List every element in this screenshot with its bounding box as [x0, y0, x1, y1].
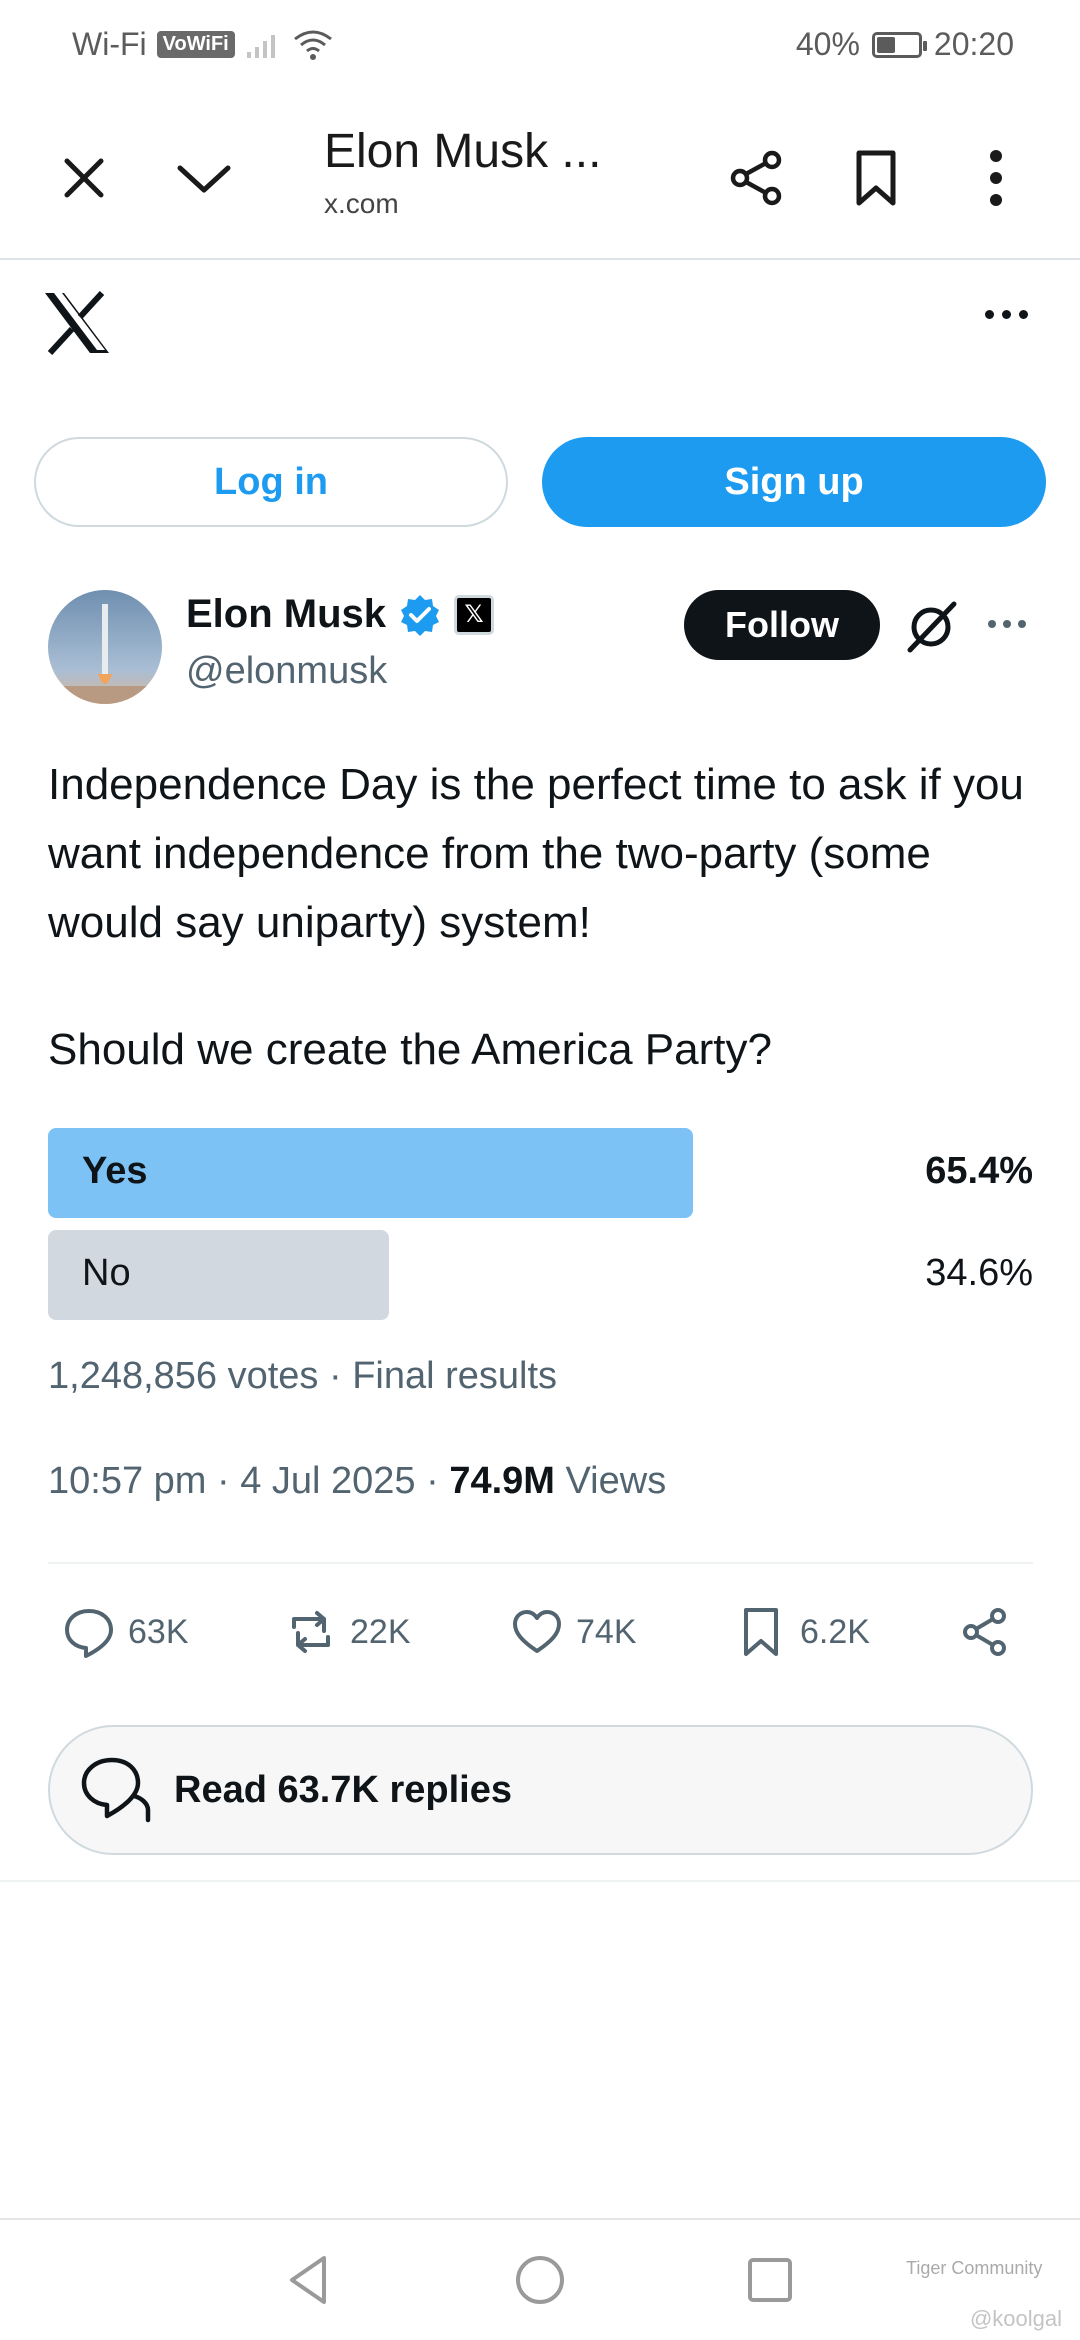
signal-icon	[246, 34, 275, 58]
watermark-user: @koolgal	[969, 2306, 1062, 2331]
status-bar: Wi-Fi VoWiFi 40% 20:20	[0, 0, 1080, 90]
poll-option-yes: Yes 65.4%	[48, 1128, 1033, 1218]
back-icon[interactable]	[280, 2250, 340, 2310]
avatar[interactable]	[48, 590, 162, 704]
timestamp-text[interactable]: 10:57 pm · 4 Jul 2025 ·	[48, 1460, 449, 1502]
repost-button[interactable]: 22K	[284, 1605, 411, 1659]
reply-count: 63K	[128, 1612, 189, 1651]
section-divider	[0, 1880, 1080, 1882]
read-replies-button[interactable]: Read 63.7K replies	[48, 1725, 1033, 1855]
reply-button[interactable]: 63K	[62, 1605, 189, 1659]
grok-icon[interactable]	[902, 598, 960, 656]
repost-count: 22K	[350, 1612, 411, 1651]
tweet-question: Should we create the America Party?	[48, 1025, 772, 1074]
poll-label-no: No	[82, 1252, 131, 1294]
clock: 20:20	[933, 26, 1014, 62]
tweet-more-icon[interactable]	[988, 620, 1026, 628]
battery-icon	[871, 31, 927, 58]
page-url[interactable]: x.com	[324, 188, 399, 220]
more-horizontal-icon[interactable]	[985, 310, 1028, 319]
views-count: 74.9M	[449, 1460, 555, 1502]
like-count: 74K	[576, 1612, 637, 1651]
divider	[48, 1562, 1033, 1564]
reply-icon	[65, 1609, 113, 1658]
tweet-text: Independence Day is the perfect time to …	[48, 760, 1024, 947]
bookmark-count: 6.2K	[800, 1612, 870, 1651]
views-label: Views	[554, 1460, 667, 1502]
author-name[interactable]: Elon Musk	[186, 592, 386, 637]
x-affiliate-badge-icon: 𝕏	[454, 594, 495, 635]
poll-percent-yes: 65.4%	[925, 1150, 1033, 1192]
watermark-brand: Tiger Community	[906, 2258, 1043, 2278]
poll-meta: 1,248,856 votes · Final results	[48, 1355, 558, 1397]
author-name-row: Elon Musk 𝕏	[186, 592, 495, 637]
browser-toolbar: Elon Musk ... x.com	[0, 90, 1080, 260]
poll-option-no: No 34.6%	[48, 1230, 1033, 1320]
more-vertical-icon[interactable]	[956, 138, 1036, 218]
login-button[interactable]: Log in	[34, 437, 508, 527]
vowifi-badge: VoWiFi	[156, 31, 235, 58]
bookmark-icon[interactable]	[836, 138, 916, 218]
wifi-icon	[293, 30, 332, 60]
heart-icon	[513, 1610, 561, 1653]
bookmark-button[interactable]: 6.2K	[734, 1605, 870, 1659]
close-icon[interactable]	[44, 138, 124, 218]
signup-button[interactable]: Sign up	[542, 437, 1046, 527]
status-left: Wi-Fi VoWiFi	[72, 26, 333, 63]
repost-icon	[292, 1611, 330, 1653]
home-icon[interactable]	[510, 2250, 570, 2310]
share-icon	[963, 1608, 1006, 1656]
chevron-down-icon[interactable]	[164, 138, 244, 218]
verified-badge-icon	[401, 594, 440, 636]
status-right: 40% 20:20	[796, 26, 1014, 63]
replies-bubble-icon	[81, 1757, 151, 1823]
system-nav-bar	[0, 2218, 1080, 2340]
author-handle[interactable]: @elonmusk	[186, 650, 387, 693]
share-icon[interactable]	[716, 138, 796, 218]
poll-percent-no: 34.6%	[925, 1252, 1033, 1294]
follow-button[interactable]: Follow	[684, 590, 880, 660]
tweet-actions: 63K 22K 74K 6.2K	[48, 1595, 1033, 1675]
like-button[interactable]: 74K	[510, 1605, 637, 1659]
x-logo-icon[interactable]	[42, 290, 122, 370]
recents-icon[interactable]	[740, 2250, 800, 2310]
tweet-timestamp: 10:57 pm · 4 Jul 2025 · 74.9M Views	[48, 1460, 666, 1503]
bookmark-outline-icon	[744, 1608, 778, 1656]
poll-label-yes: Yes	[82, 1150, 148, 1192]
battery-percent: 40%	[795, 26, 860, 62]
page-title: Elon Musk ...	[324, 125, 602, 178]
read-replies-label: Read 63.7K replies	[174, 1768, 512, 1811]
tweet-share-button[interactable]	[958, 1605, 1012, 1659]
wifi-label: Wi-Fi	[72, 26, 147, 62]
